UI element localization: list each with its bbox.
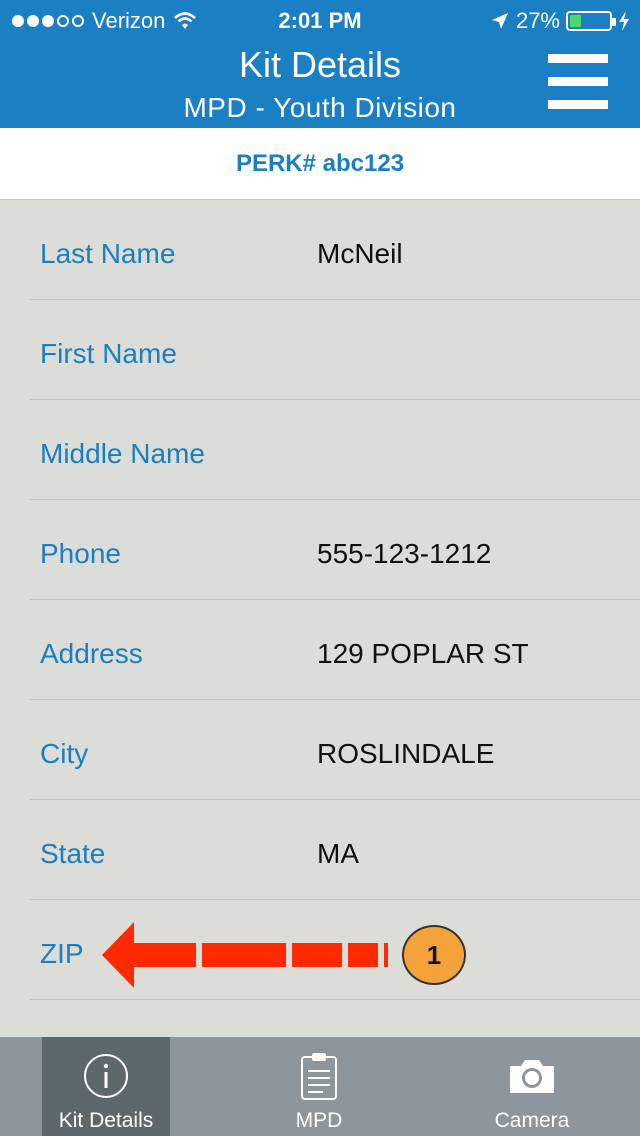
tab-mpd[interactable]: MPD (255, 1037, 383, 1136)
field-label: Address (40, 638, 143, 669)
field-value[interactable]: McNeil (317, 238, 403, 270)
field-phone[interactable]: Phone 555-123-1212 (30, 500, 640, 600)
tab-kit-details[interactable]: Kit Details (42, 1037, 170, 1136)
field-state[interactable]: State MA (30, 800, 640, 900)
battery-icon (566, 11, 616, 31)
field-label: Last Name (40, 238, 176, 269)
field-label: State (40, 838, 106, 869)
field-address[interactable]: Address 129 POPLAR ST (30, 600, 640, 700)
location-arrow-icon (491, 13, 508, 29)
annotation-badge: 1 (402, 925, 466, 985)
menu-icon[interactable] (548, 54, 608, 114)
camera-icon (468, 1051, 596, 1101)
status-bar: Verizon 2:01 PM 27% (0, 0, 640, 40)
tab-label: Camera (494, 1109, 570, 1132)
page-subtitle: MPD - Youth Division (183, 92, 457, 123)
field-label: ZIP (40, 938, 84, 969)
header: Verizon 2:01 PM 27% Kit Details MPD - Yo… (0, 0, 640, 128)
field-middle-name[interactable]: Middle Name (30, 400, 640, 500)
field-label: First Name (40, 338, 177, 369)
tab-label: Kit Details (58, 1109, 154, 1132)
field-label: Phone (40, 538, 121, 569)
field-label: City (40, 738, 89, 769)
kit-details-form: Last Name McNeil First Name Middle Name … (0, 200, 640, 1000)
field-value[interactable]: ROSLINDALE (317, 738, 494, 770)
clipboard-icon (255, 1051, 383, 1101)
tab-label: MPD (295, 1109, 343, 1132)
field-city[interactable]: City ROSLINDALE (30, 700, 640, 800)
battery-percent: 27% (515, 8, 560, 33)
tab-camera[interactable]: Camera (468, 1037, 596, 1136)
info-icon (42, 1051, 170, 1101)
perk-id: PERK# abc123 (0, 128, 640, 200)
field-value[interactable]: 555-123-1212 (317, 538, 491, 570)
page-title: Kit Details (238, 44, 402, 85)
tab-bar: Kit Details MPD Camera (0, 1037, 640, 1136)
charging-bolt-icon (619, 11, 629, 31)
field-value[interactable]: 129 POPLAR ST (317, 638, 529, 670)
field-value[interactable]: MA (317, 838, 359, 870)
field-last-name[interactable]: Last Name McNeil (30, 200, 640, 300)
battery-info: 27% (490, 8, 630, 34)
field-first-name[interactable]: First Name (30, 300, 640, 400)
field-label: Middle Name (40, 438, 205, 469)
